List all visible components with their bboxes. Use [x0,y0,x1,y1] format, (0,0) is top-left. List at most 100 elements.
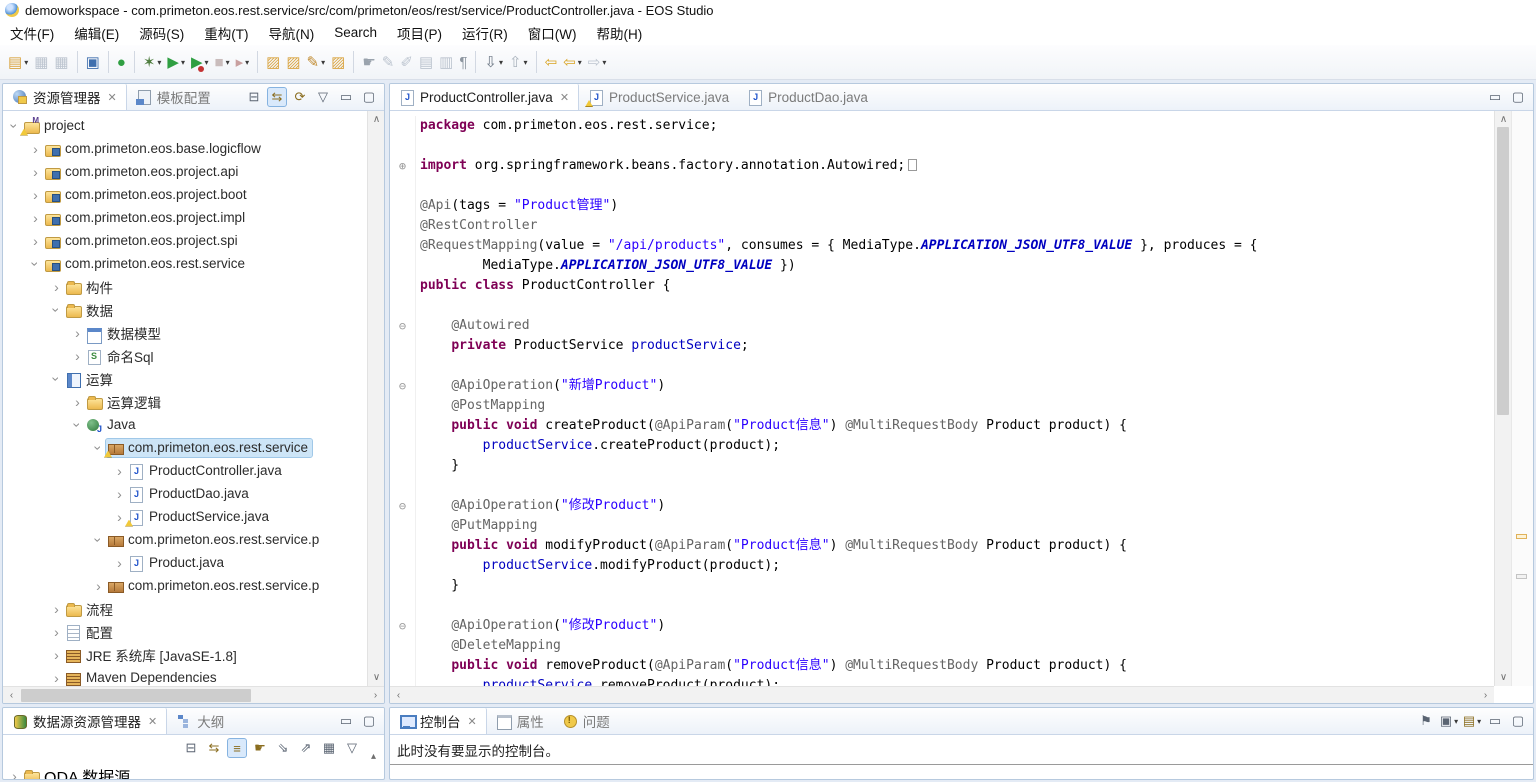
new-eos-module-button[interactable]: ▨ [263,50,283,75]
tree-item-com-primeton-eos-rest-service[interactable]: ›com.primeton.eos.rest.service [3,252,367,275]
menu-item-p[interactable]: 项目(P) [387,20,452,46]
dropdown-arrow-icon[interactable]: ▾ [1454,717,1458,726]
scroll-right-icon[interactable]: › [1477,687,1494,704]
new-wizard-button[interactable]: ▤▾ [5,50,31,75]
dropdown-arrow-icon[interactable]: ▾ [321,58,325,67]
forward-history-button[interactable]: ⇨▾ [585,50,610,75]
tree-item-com-primeton-eos-project-spi[interactable]: ›com.primeton.eos.project.spi [3,229,367,252]
menu-item-search[interactable]: Search [324,22,387,43]
explorer-horizontal-scrollbar[interactable]: ‹ › [3,686,384,703]
menu-item-h[interactable]: 帮助(H) [587,20,653,46]
profile-button[interactable]: ■▾ [212,50,233,75]
editor-horizontal-scrollbar[interactable]: ‹ › [390,686,1494,703]
menu-item-s[interactable]: 源码(S) [129,20,194,46]
save-button[interactable]: ▦ [31,50,51,75]
folded-region-icon[interactable] [908,159,917,171]
chevron-down-icon[interactable]: › [70,417,86,432]
view-menu-button[interactable]: ▽ [342,738,362,758]
scrollbar-thumb[interactable] [1497,127,1509,415]
chevron-down-icon[interactable]: › [91,440,107,455]
tree-item-com-primeton-eos-project-api[interactable]: ›com.primeton.eos.project.api [3,160,367,183]
menu-item-e[interactable]: 编辑(E) [64,20,129,46]
chevron-right-icon[interactable]: › [112,463,127,479]
chevron-right-icon[interactable]: › [49,279,64,295]
menu-item-w[interactable]: 窗口(W) [518,20,587,46]
debug-button[interactable]: ✶▾ [140,50,165,75]
maximize-button[interactable]: ▢ [359,711,379,731]
scroll-down-icon[interactable]: ∨ [368,669,385,686]
dropdown-arrow-icon[interactable]: ▾ [24,58,28,67]
link-artifacts-button[interactable]: ▤ [416,50,436,75]
dropdown-arrow-icon[interactable]: ▾ [1477,717,1481,726]
maximize-button[interactable]: ▢ [1508,87,1528,107]
chevron-right-icon[interactable]: › [49,670,64,686]
tree-item-sql[interactable]: ›命名Sql [3,344,367,367]
dropdown-arrow-icon[interactable]: ▾ [205,58,209,67]
start-eos-server-button[interactable]: ● [114,50,129,75]
tree-item-item[interactable]: ›运算逻辑 [3,390,367,413]
chevron-right-icon[interactable]: › [91,578,106,594]
chevron-right-icon[interactable]: › [112,555,127,571]
relaunch-button[interactable]: ▸▾ [233,50,253,75]
announce-button[interactable]: ☛ [359,50,378,75]
dropdown-arrow-icon[interactable]: ▾ [602,58,606,67]
run-button[interactable]: ▶▾ [164,50,188,75]
last-edit-location-button[interactable]: ⇦ [542,50,561,75]
view-tab-item[interactable]: 属性 [487,708,553,734]
minimize-button[interactable]: ▭ [336,711,356,731]
pin-console-button[interactable]: ⚑ [1416,711,1436,731]
explorer-vertical-scrollbar[interactable]: ∧ ∨ [367,111,384,686]
tree-item-product-java[interactable]: ›Product.java [3,551,367,574]
chevron-right-icon[interactable]: › [70,394,85,410]
chevron-right-icon[interactable]: › [70,325,85,341]
open-folder-button[interactable]: ▨ [328,50,348,75]
chevron-right-icon[interactable]: › [28,210,43,226]
scroll-up-icon[interactable]: ∧ [1495,111,1512,128]
tree-item-java[interactable]: ›Java [3,413,367,436]
artifact-list-button[interactable]: ▥ [436,50,456,75]
back-history-button[interactable]: ⇦▾ [560,50,585,75]
tree-item-com-primeton-eos-rest-service-selected[interactable]: ›com.primeton.eos.rest.service [3,436,367,459]
scroll-up-icon[interactable]: ∧ [368,111,385,128]
chevron-down-icon[interactable]: › [49,302,65,317]
minimize-button[interactable]: ▭ [1485,87,1505,107]
menu-item-r[interactable]: 运行(R) [452,20,518,46]
tree-item-item[interactable]: ›运算 [3,367,367,390]
chevron-right-icon[interactable]: › [49,624,64,640]
chevron-down-icon[interactable]: › [91,532,107,547]
dropdown-arrow-icon[interactable]: ▾ [157,58,161,67]
save-button[interactable]: ▦ [319,738,339,758]
collapse-all-button[interactable]: ⊟ [181,738,201,758]
tree-item-maven-dependencies[interactable]: ›Maven Dependencies [3,666,367,686]
collapse-marker-icon[interactable]: ⊖ [390,496,416,516]
expand-marker-icon[interactable]: ⊕ [390,156,416,176]
export-config-button[interactable]: ⇗ [296,738,316,758]
menu-item-n[interactable]: 导航(N) [259,20,325,46]
chevron-down-icon[interactable]: › [7,118,23,133]
chevron-right-icon[interactable]: › [28,233,43,249]
dropdown-arrow-icon[interactable]: ▾ [181,58,185,67]
collapse-marker-icon[interactable]: ⊖ [390,376,416,396]
menu-item-t[interactable]: 重构(T) [194,20,258,46]
tree-item-com-primeton-eos-rest-service-p[interactable]: ›com.primeton.eos.rest.service.p [3,528,367,551]
editor-tab-productdao-java[interactable]: ProductDao.java [738,84,877,110]
scroll-left-icon[interactable]: ‹ [3,687,20,704]
annotation-ruler[interactable] [1511,111,1533,686]
link-with-editor-button[interactable]: ⇆ [204,738,224,758]
editor-vertical-scrollbar[interactable]: ∧ ∨ [1494,111,1511,686]
tree-item-item[interactable]: ›构件 [3,275,367,298]
scroll-up-icon[interactable]: ▴ [365,748,382,765]
close-icon[interactable]: ✕ [108,91,117,104]
tree-mode-button[interactable]: ≡ [227,738,247,758]
maximize-button[interactable]: ▢ [1508,711,1528,731]
code-editor[interactable]: package com.primeton.eos.rest.service;⊕i… [390,111,1494,686]
chevron-right-icon[interactable]: › [28,164,43,180]
dropdown-arrow-icon[interactable]: ▾ [245,58,249,67]
view-tab-item[interactable]: 问题 [553,708,619,734]
eos-console-monitor-button[interactable]: ▣ [83,50,103,75]
chevron-right-icon[interactable]: › [28,187,43,203]
maximize-button[interactable]: ▢ [359,87,379,107]
display-selected-console-button[interactable]: ▣▾ [1439,711,1459,731]
tree-item-jre-javase-1-8[interactable]: ›JRE 系统库 [JavaSE-1.8] [3,643,367,666]
refresh-button[interactable]: ⟳ [290,87,310,107]
